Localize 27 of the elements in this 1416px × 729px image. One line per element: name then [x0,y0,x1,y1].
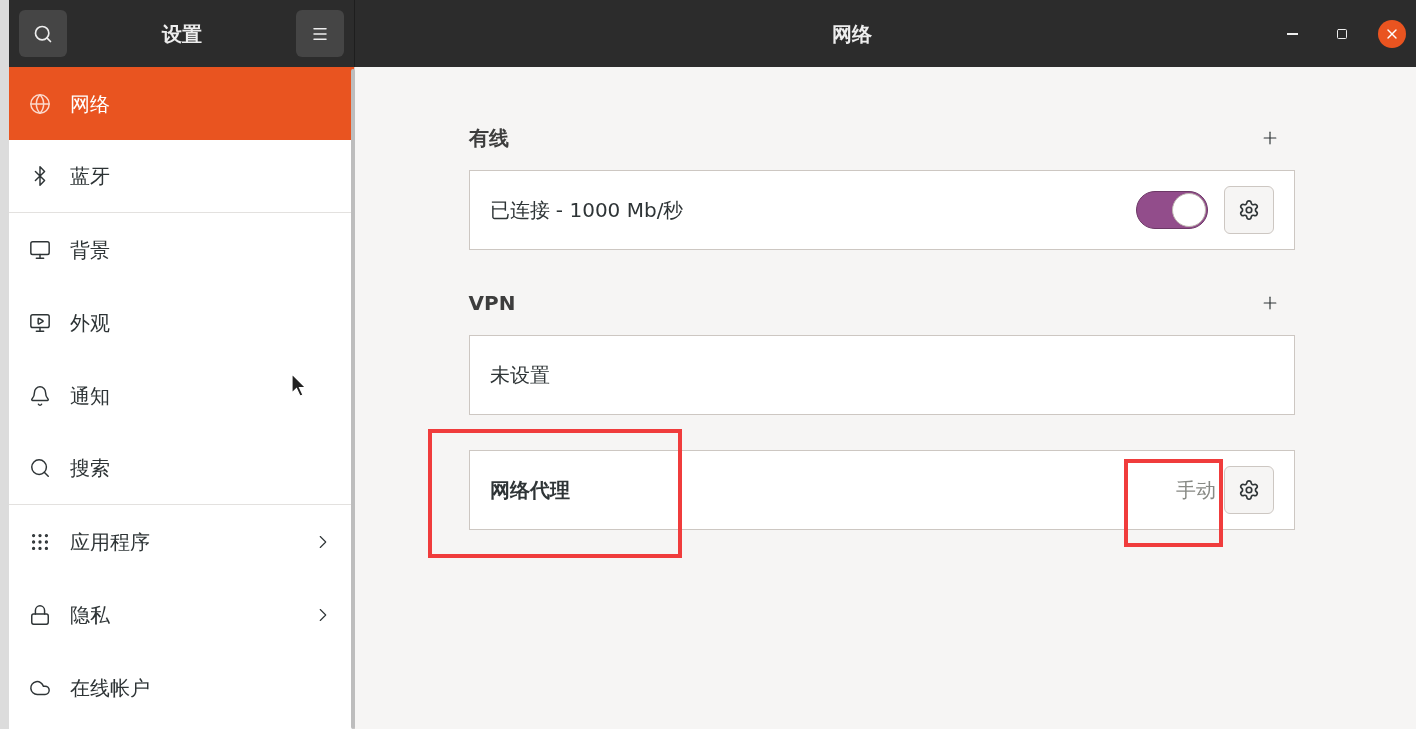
section-heading: 有线 [468,125,509,152]
maximize-icon [1336,27,1348,40]
sidebar-title: 设置 [161,20,202,48]
bell-icon [29,384,51,407]
cursor-icon [291,373,307,399]
monitor-icon [29,238,51,261]
minimize-icon [1286,32,1298,35]
window-title: 网络 [831,20,872,48]
menu-button[interactable] [296,10,344,57]
settings-button[interactable] [1223,466,1274,514]
search-icon [33,23,53,44]
sidebar-item[interactable]: 网络 [9,67,354,140]
close-button[interactable] [1378,19,1406,48]
row-label: 网络代理 [489,477,571,504]
search-button[interactable] [19,10,67,57]
search-icon [29,457,51,479]
proxy-mode: 手动 [1175,477,1216,504]
toggle-switch[interactable] [1135,191,1208,229]
settings-icon [1237,479,1260,501]
monitor-eye-icon [29,311,51,334]
row-label: 已连接 - 1000 Mb/秒 [489,197,685,224]
lock-icon [29,603,51,626]
row-label: 未设置 [489,362,551,389]
settings-button[interactable] [1223,186,1274,234]
settings-icon [1237,199,1260,221]
globe-icon [29,92,51,115]
section-heading: VPN [468,290,516,317]
